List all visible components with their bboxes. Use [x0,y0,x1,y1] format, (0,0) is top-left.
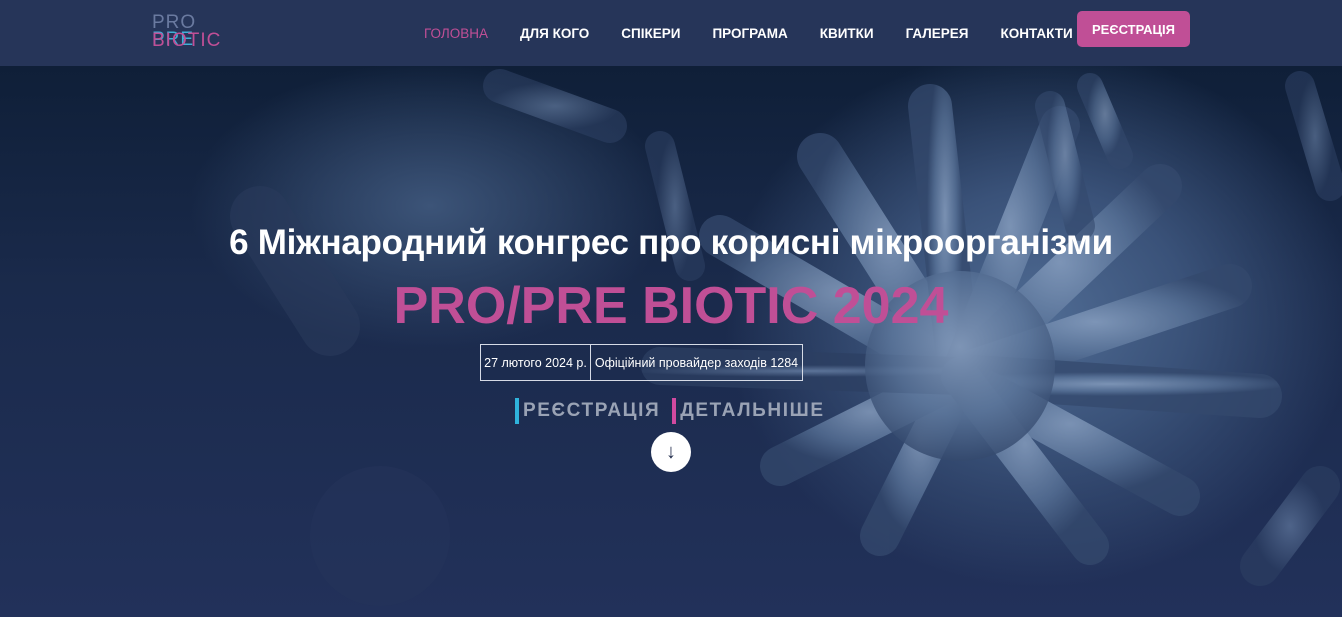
nav-item-gallery[interactable]: ГАЛЕРЕЯ [906,26,969,41]
hero-section: 6 Міжнародний конгрес про корисні мікроо… [0,66,1342,617]
main-nav: ГОЛОВНА ДЛЯ КОГО СПІКЕРИ ПРОГРАМА КВИТКИ… [410,0,1105,66]
cta-register-label: РЕЄСТРАЦІЯ [523,399,661,421]
nav-item-program[interactable]: ПРОГРАМА [712,26,787,41]
nav-item-contacts[interactable]: КОНТАКТИ [1001,26,1073,41]
page: PRO PRE BIOTIC ГОЛОВНА ДЛЯ КОГО СПІКЕРИ … [0,0,1342,617]
nav-item-home[interactable]: ГОЛОВНА [424,26,488,41]
cta-details-label: ДЕТАЛЬНІШЕ [680,399,825,421]
hero-brand-title: PRO/PRE BIOTIC 2024 [393,277,949,335]
cta-register-accent-bar [515,397,519,424]
cta-register-link[interactable]: РЕЄСТРАЦІЯ [515,397,661,424]
nav-item-speakers[interactable]: СПІКЕРИ [621,26,680,41]
cta-row: РЕЄСТРАЦІЯ ДЕТАЛЬНІШЕ [515,397,837,424]
navbar: PRO PRE BIOTIC ГОЛОВНА ДЛЯ КОГО СПІКЕРИ … [0,0,1342,66]
scroll-down-button[interactable]: ↓ [651,432,691,472]
event-provider: Офіційний провайдер заходів 1284 [594,355,799,370]
logo[interactable]: PRO PRE BIOTIC [152,13,242,51]
event-date: 27 лютого 2024 р. [481,345,591,380]
nav-item-tickets[interactable]: КВИТКИ [820,26,874,41]
arrow-down-icon: ↓ [666,440,676,463]
hero-title: 6 Міжнародний конгрес про корисні мікроо… [229,223,1113,262]
hero-content: 6 Міжнародний конгрес про корисні мікроо… [0,66,1342,617]
logo-biotic-text: BIOTIC [152,30,222,51]
cta-details-link[interactable]: ДЕТАЛЬНІШЕ [672,397,825,424]
nav-item-for-whom[interactable]: ДЛЯ КОГО [520,26,589,41]
register-button[interactable]: РЕЄСТРАЦІЯ [1077,11,1190,47]
cta-details-accent-bar [672,397,677,424]
event-info-box: 27 лютого 2024 р. Офіційний провайдер за… [480,344,803,381]
